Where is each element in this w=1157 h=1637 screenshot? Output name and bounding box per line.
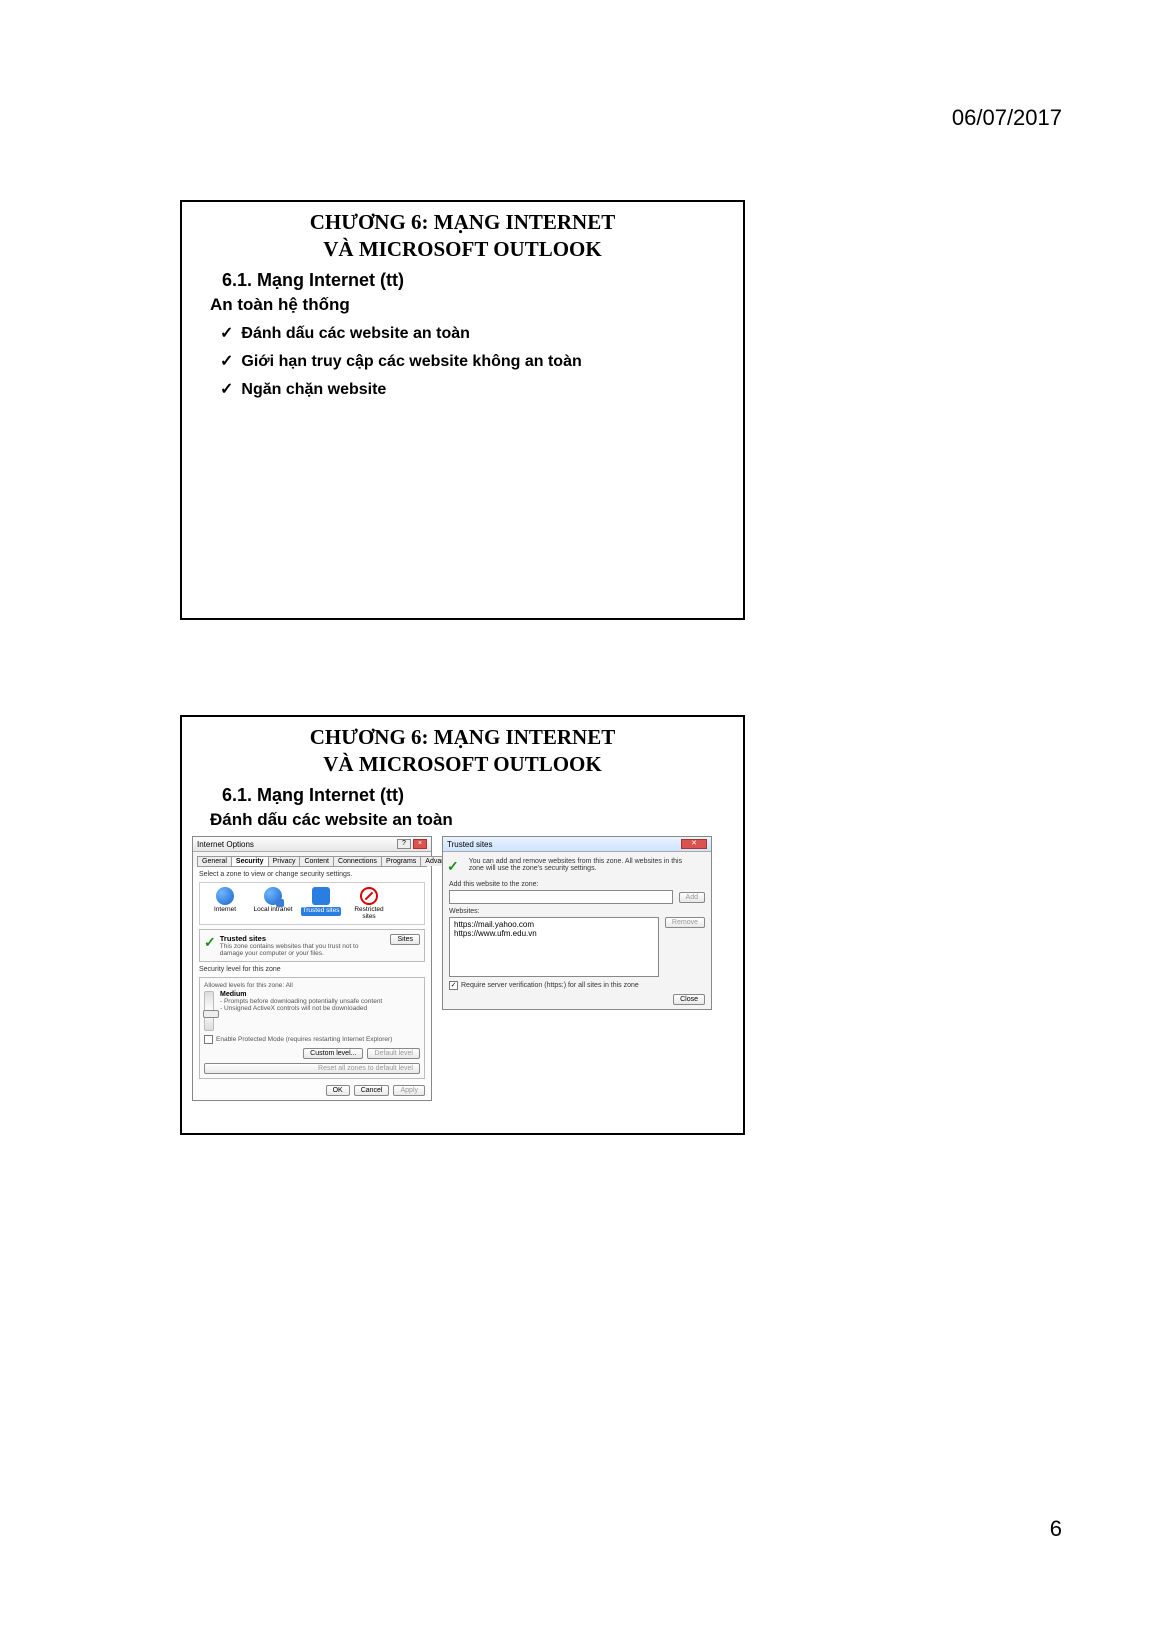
internet-options-dialog: Internet Options ? × General Security Pr… [192,836,432,1101]
tabs: General Security Privacy Content Connect… [197,856,427,867]
zone-local-label: Local intranet [253,907,292,914]
websites-listbox[interactable]: https://mail.yahoo.com https://www.ufm.e… [449,917,659,977]
globe-icon [216,887,234,905]
security-level-slider[interactable] [204,991,214,1031]
page-number: 6 [1050,1516,1062,1542]
add-website-input[interactable] [449,890,673,904]
tab-connections[interactable]: Connections [333,856,382,866]
slide1-title-line1: CHƯƠNG 6: MẠNG INTERNET [192,210,733,235]
slide-2: CHƯƠNG 6: MẠNG INTERNET VÀ MICROSOFT OUT… [180,715,745,1135]
check-icon: ✓ [204,934,216,957]
websites-label: Websites: [449,908,705,915]
tab-security[interactable]: Security [231,856,269,866]
slide2-subhead: Đánh dấu các website an toàn [210,810,733,830]
internet-options-title: Internet Options [197,840,254,849]
default-level-button[interactable]: Default level [367,1048,420,1059]
zone-local-intranet[interactable]: Local intranet [252,887,294,914]
remove-button[interactable]: Remove [665,917,705,928]
security-level-heading: Security level for this zone [199,966,425,973]
reset-zones-button[interactable]: Reset all zones to default level [204,1063,420,1074]
require-https-label: Require server verification (https:) for… [461,982,639,989]
zone-trusted-label: Trusted sites [301,907,342,916]
add-button[interactable]: Add [679,892,705,903]
tab-content[interactable]: Content [299,856,334,866]
slide1-subhead: An toàn hệ thống [210,295,733,315]
trusted-desc: This zone contains websites that you tru… [220,943,360,957]
slide1-bullet-2: Giới hạn truy cập các website không an t… [220,351,733,371]
page-date: 06/07/2017 [952,105,1062,131]
slide-1: CHƯƠNG 6: MẠNG INTERNET VÀ MICROSOFT OUT… [180,200,745,620]
trusted-sites-info: You can add and remove websites from thi… [469,858,689,872]
slide2-section: 6.1. Mạng Internet (tt) [222,785,733,806]
trusted-icon [312,887,330,905]
apply-button[interactable]: Apply [393,1085,425,1096]
add-website-label: Add this website to the zone: [449,881,705,888]
sites-button[interactable]: Sites [390,934,420,945]
tab-programs[interactable]: Programs [381,856,421,866]
slide1-title-line2: VÀ MICROSOFT OUTLOOK [192,237,733,262]
list-item[interactable]: https://www.ufm.edu.vn [454,929,654,938]
zone-trusted-sites[interactable]: Trusted sites [300,887,342,916]
slide1-section: 6.1. Mạng Internet (tt) [222,270,733,291]
zone-internet[interactable]: Internet [204,887,246,914]
trusted-heading: Trusted sites [220,934,360,943]
zone-restricted-label: Restricted sites [348,907,390,920]
select-zone-text: Select a zone to view or change security… [199,871,425,878]
trusted-sites-title: Trusted sites [447,840,493,849]
slide1-bullet-1: Đánh dấu các website an toàn [220,323,733,343]
cancel-button[interactable]: Cancel [354,1085,390,1096]
close-icon[interactable]: × [413,839,427,849]
protected-mode-checkbox[interactable] [204,1035,213,1044]
trusted-sites-dialog: Trusted sites ✕ ✓ You can add and remove… [442,836,712,1010]
close-button[interactable]: Close [673,994,705,1005]
list-item[interactable]: https://mail.yahoo.com [454,920,654,929]
restricted-icon [360,887,378,905]
custom-level-button[interactable]: Custom level... [303,1048,363,1059]
slide1-bullet-3: Ngăn chặn website [220,379,733,399]
tab-privacy[interactable]: Privacy [268,856,301,866]
zone-restricted-sites[interactable]: Restricted sites [348,887,390,920]
intranet-icon [264,887,282,905]
close-icon[interactable]: ✕ [681,839,707,849]
slide2-title-line1: CHƯƠNG 6: MẠNG INTERNET [192,725,733,750]
check-icon: ✓ [447,858,459,875]
level-line2: - Unsigned ActiveX controls will not be … [220,1005,382,1012]
level-line1: - Prompts before downloading potentially… [220,998,382,1005]
slide2-title-line2: VÀ MICROSOFT OUTLOOK [192,752,733,777]
tab-general[interactable]: General [197,856,232,866]
require-https-checkbox[interactable]: ✓ [449,981,458,990]
allowed-levels: Allowed levels for this zone: All [204,982,420,989]
help-button[interactable]: ? [397,839,411,849]
ok-button[interactable]: OK [326,1085,350,1096]
level-name: Medium [220,991,382,998]
zone-internet-label: Internet [214,907,236,914]
protected-mode-label: Enable Protected Mode (requires restarti… [216,1036,392,1043]
